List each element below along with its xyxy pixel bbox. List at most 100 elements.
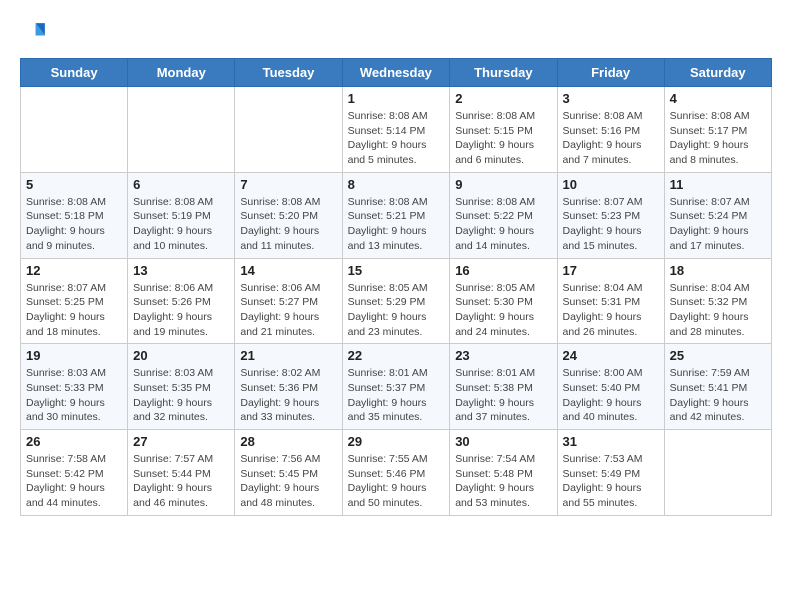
calendar-cell: 8Sunrise: 8:08 AM Sunset: 5:21 PM Daylig…: [342, 172, 450, 258]
calendar-cell: 3 Sunrise: 8:08 AM Sunset: 5:16 PM Daylig…: [557, 87, 664, 173]
day-number: 15: [348, 263, 445, 278]
calendar-cell: 4 Sunrise: 8:08 AM Sunset: 5:17 PM Daylig…: [664, 87, 771, 173]
calendar-week-3: 12 Sunrise: 8:07 AM Sunset: 5:25 PM Dayli…: [21, 258, 772, 344]
day-info: Sunrise: 8:02 AM Sunset: 5:36 PM Dayligh…: [240, 366, 336, 425]
calendar-cell: 7Sunrise: 8:08 AM Sunset: 5:20 PM Daylig…: [235, 172, 342, 258]
day-number: 26: [26, 434, 122, 449]
weekday-row: SundayMondayTuesdayWednesdayThursdayFrid…: [21, 59, 772, 87]
day-number: 14: [240, 263, 336, 278]
day-number: 31: [563, 434, 659, 449]
logo: [20, 20, 52, 48]
day-info: Sunrise: 8:03 AM Sunset: 5:33 PM Dayligh…: [26, 366, 122, 425]
calendar-body: 1Sunrise: 8:08 AM Sunset: 5:14 PM Daylig…: [21, 87, 772, 516]
day-number: 10: [563, 177, 659, 192]
day-info: Sunrise: 8:06 AM Sunset: 5:27 PM Dayligh…: [240, 281, 336, 340]
calendar-week-2: 5 Sunrise: 8:08 AM Sunset: 5:18 PM Daylig…: [21, 172, 772, 258]
day-number: 30: [455, 434, 551, 449]
calendar-cell: 10 Sunrise: 8:07 AM Sunset: 5:23 PM Dayli…: [557, 172, 664, 258]
day-number: 28: [240, 434, 336, 449]
calendar-week-4: 19 Sunrise: 8:03 AM Sunset: 5:33 PM Dayli…: [21, 344, 772, 430]
day-number: 8: [348, 177, 445, 192]
day-number: 17: [563, 263, 659, 278]
day-info: Sunrise: 8:06 AM Sunset: 5:26 PM Dayligh…: [133, 281, 229, 340]
calendar-cell: [235, 87, 342, 173]
day-number: 25: [670, 348, 766, 363]
day-info: Sunrise: 8:08 AM Sunset: 5:15 PM Dayligh…: [455, 109, 551, 168]
day-info: Sunrise: 8:01 AM Sunset: 5:38 PM Dayligh…: [455, 366, 551, 425]
day-info: Sunrise: 7:54 AM Sunset: 5:48 PM Dayligh…: [455, 452, 551, 511]
day-info: Sunrise: 7:57 AM Sunset: 5:44 PM Dayligh…: [133, 452, 229, 511]
calendar-cell: 29 Sunrise: 7:55 AM Sunset: 5:46 PM Dayli…: [342, 430, 450, 516]
day-number: 16: [455, 263, 551, 278]
weekday-header-thursday: Thursday: [450, 59, 557, 87]
day-info: Sunrise: 8:07 AM Sunset: 5:25 PM Dayligh…: [26, 281, 122, 340]
day-info: Sunrise: 8:07 AM Sunset: 5:24 PM Dayligh…: [670, 195, 766, 254]
calendar-cell: 25 Sunrise: 7:59 AM Sunset: 5:41 PM Dayli…: [664, 344, 771, 430]
calendar-cell: [664, 430, 771, 516]
calendar-cell: 28 Sunrise: 7:56 AM Sunset: 5:45 PM Dayli…: [235, 430, 342, 516]
day-number: 27: [133, 434, 229, 449]
day-info: Sunrise: 7:58 AM Sunset: 5:42 PM Dayligh…: [26, 452, 122, 511]
weekday-header-wednesday: Wednesday: [342, 59, 450, 87]
day-number: 7: [240, 177, 336, 192]
day-number: 4: [670, 91, 766, 106]
day-info: Sunrise: 8:08 AM Sunset: 5:18 PM Dayligh…: [26, 195, 122, 254]
calendar-cell: 2 Sunrise: 8:08 AM Sunset: 5:15 PM Daylig…: [450, 87, 557, 173]
calendar-week-1: 1Sunrise: 8:08 AM Sunset: 5:14 PM Daylig…: [21, 87, 772, 173]
day-number: 5: [26, 177, 122, 192]
calendar-cell: 23 Sunrise: 8:01 AM Sunset: 5:38 PM Dayli…: [450, 344, 557, 430]
weekday-header-friday: Friday: [557, 59, 664, 87]
day-number: 29: [348, 434, 445, 449]
day-info: Sunrise: 8:05 AM Sunset: 5:30 PM Dayligh…: [455, 281, 551, 340]
day-number: 3: [563, 91, 659, 106]
day-info: Sunrise: 7:59 AM Sunset: 5:41 PM Dayligh…: [670, 366, 766, 425]
weekday-header-tuesday: Tuesday: [235, 59, 342, 87]
day-number: 12: [26, 263, 122, 278]
day-number: 20: [133, 348, 229, 363]
day-number: 22: [348, 348, 445, 363]
day-info: Sunrise: 8:08 AM Sunset: 5:19 PM Dayligh…: [133, 195, 229, 254]
day-number: 23: [455, 348, 551, 363]
weekday-header-saturday: Saturday: [664, 59, 771, 87]
day-info: Sunrise: 8:01 AM Sunset: 5:37 PM Dayligh…: [348, 366, 445, 425]
calendar-cell: 31 Sunrise: 7:53 AM Sunset: 5:49 PM Dayli…: [557, 430, 664, 516]
calendar-cell: 20 Sunrise: 8:03 AM Sunset: 5:35 PM Dayli…: [128, 344, 235, 430]
calendar-cell: 27 Sunrise: 7:57 AM Sunset: 5:44 PM Dayli…: [128, 430, 235, 516]
day-info: Sunrise: 8:04 AM Sunset: 5:32 PM Dayligh…: [670, 281, 766, 340]
day-info: Sunrise: 8:08 AM Sunset: 5:22 PM Dayligh…: [455, 195, 551, 254]
day-info: Sunrise: 8:08 AM Sunset: 5:14 PM Dayligh…: [348, 109, 445, 168]
calendar-cell: 19 Sunrise: 8:03 AM Sunset: 5:33 PM Dayli…: [21, 344, 128, 430]
day-number: 19: [26, 348, 122, 363]
calendar-header: SundayMondayTuesdayWednesdayThursdayFrid…: [21, 59, 772, 87]
day-info: Sunrise: 7:55 AM Sunset: 5:46 PM Dayligh…: [348, 452, 445, 511]
weekday-header-sunday: Sunday: [21, 59, 128, 87]
day-number: 2: [455, 91, 551, 106]
calendar-cell: [21, 87, 128, 173]
calendar-table: SundayMondayTuesdayWednesdayThursdayFrid…: [20, 58, 772, 516]
day-number: 24: [563, 348, 659, 363]
calendar-cell: 5 Sunrise: 8:08 AM Sunset: 5:18 PM Daylig…: [21, 172, 128, 258]
day-info: Sunrise: 8:08 AM Sunset: 5:16 PM Dayligh…: [563, 109, 659, 168]
day-number: 9: [455, 177, 551, 192]
calendar-cell: 16 Sunrise: 8:05 AM Sunset: 5:30 PM Dayli…: [450, 258, 557, 344]
logo-icon: [20, 20, 48, 48]
day-number: 21: [240, 348, 336, 363]
calendar-week-5: 26 Sunrise: 7:58 AM Sunset: 5:42 PM Dayli…: [21, 430, 772, 516]
day-number: 6: [133, 177, 229, 192]
calendar-cell: [128, 87, 235, 173]
day-number: 11: [670, 177, 766, 192]
calendar-cell: 14 Sunrise: 8:06 AM Sunset: 5:27 PM Dayli…: [235, 258, 342, 344]
calendar-cell: 6 Sunrise: 8:08 AM Sunset: 5:19 PM Daylig…: [128, 172, 235, 258]
day-info: Sunrise: 8:08 AM Sunset: 5:17 PM Dayligh…: [670, 109, 766, 168]
day-info: Sunrise: 8:05 AM Sunset: 5:29 PM Dayligh…: [348, 281, 445, 340]
day-info: Sunrise: 8:03 AM Sunset: 5:35 PM Dayligh…: [133, 366, 229, 425]
day-info: Sunrise: 7:56 AM Sunset: 5:45 PM Dayligh…: [240, 452, 336, 511]
calendar-cell: 15 Sunrise: 8:05 AM Sunset: 5:29 PM Dayli…: [342, 258, 450, 344]
day-info: Sunrise: 8:04 AM Sunset: 5:31 PM Dayligh…: [563, 281, 659, 340]
day-info: Sunrise: 8:07 AM Sunset: 5:23 PM Dayligh…: [563, 195, 659, 254]
calendar-cell: 21 Sunrise: 8:02 AM Sunset: 5:36 PM Dayli…: [235, 344, 342, 430]
page-header: [20, 20, 772, 48]
calendar-cell: 11 Sunrise: 8:07 AM Sunset: 5:24 PM Dayli…: [664, 172, 771, 258]
day-info: Sunrise: 7:53 AM Sunset: 5:49 PM Dayligh…: [563, 452, 659, 511]
calendar-cell: 30 Sunrise: 7:54 AM Sunset: 5:48 PM Dayli…: [450, 430, 557, 516]
